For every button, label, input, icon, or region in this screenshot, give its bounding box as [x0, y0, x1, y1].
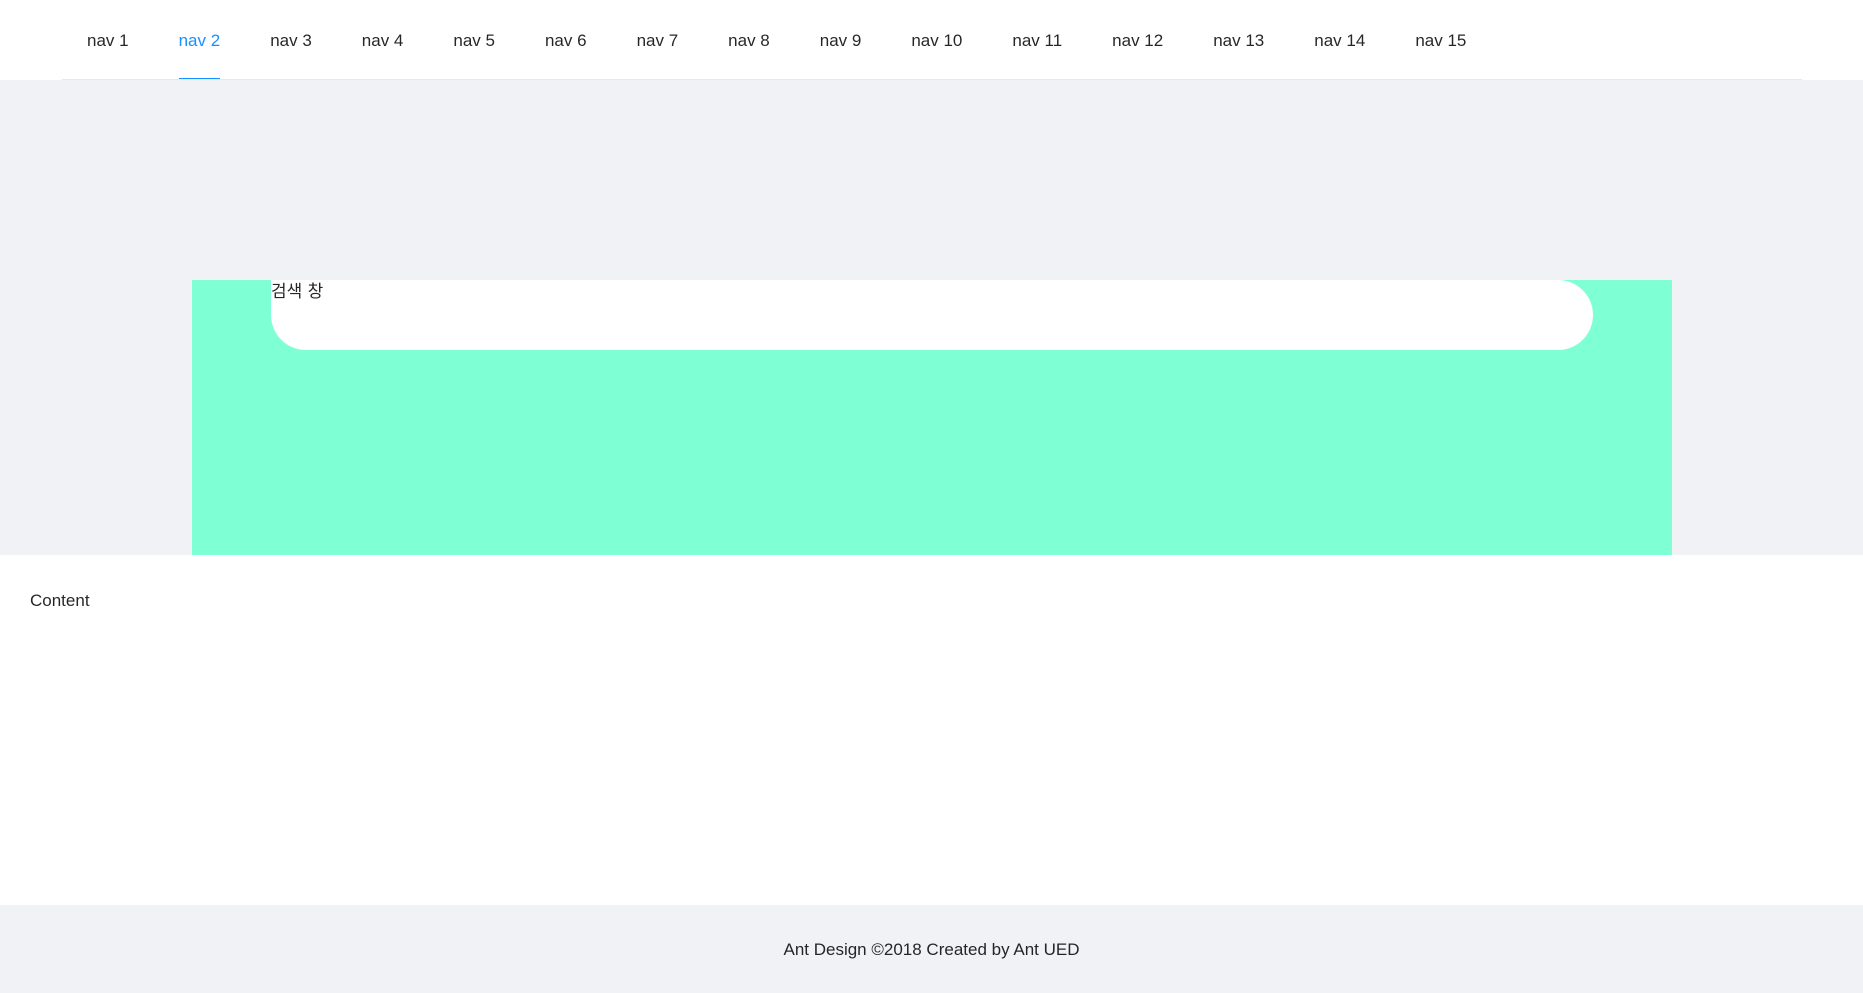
page-header: nav 1 nav 2 nav 3 nav 4 nav 5 nav 6 nav …: [0, 0, 1863, 80]
nav-item-14[interactable]: nav 14: [1289, 0, 1390, 80]
nav-item-2[interactable]: nav 2: [154, 0, 246, 80]
search-panel: 검색 창: [192, 280, 1672, 555]
nav-item-5[interactable]: nav 5: [428, 0, 520, 80]
nav-item-8[interactable]: nav 8: [703, 0, 795, 80]
nav-item-4[interactable]: nav 4: [337, 0, 429, 80]
nav-item-13[interactable]: nav 13: [1188, 0, 1289, 80]
search-input[interactable]: 검색 창: [271, 280, 1593, 350]
nav-item-6[interactable]: nav 6: [520, 0, 612, 80]
nav-item-11[interactable]: nav 11: [987, 0, 1087, 80]
nav-item-7[interactable]: nav 7: [612, 0, 704, 80]
nav-item-15[interactable]: nav 15: [1390, 0, 1491, 80]
nav-item-1[interactable]: nav 1: [62, 0, 154, 80]
content-text: Content: [30, 591, 90, 610]
top-nav-menu: nav 1 nav 2 nav 3 nav 4 nav 5 nav 6 nav …: [62, 0, 1491, 80]
search-label: 검색 창: [271, 282, 324, 302]
nav-item-3[interactable]: nav 3: [245, 0, 337, 80]
nav-item-10[interactable]: nav 10: [886, 0, 987, 80]
main-content: Content: [0, 555, 1863, 905]
page-footer: Ant Design ©2018 Created by Ant UED: [0, 905, 1863, 993]
hero-band: 검색 창: [0, 80, 1863, 555]
footer-text: Ant Design ©2018 Created by Ant UED: [783, 940, 1080, 959]
nav-item-12[interactable]: nav 12: [1087, 0, 1188, 80]
nav-item-9[interactable]: nav 9: [795, 0, 887, 80]
